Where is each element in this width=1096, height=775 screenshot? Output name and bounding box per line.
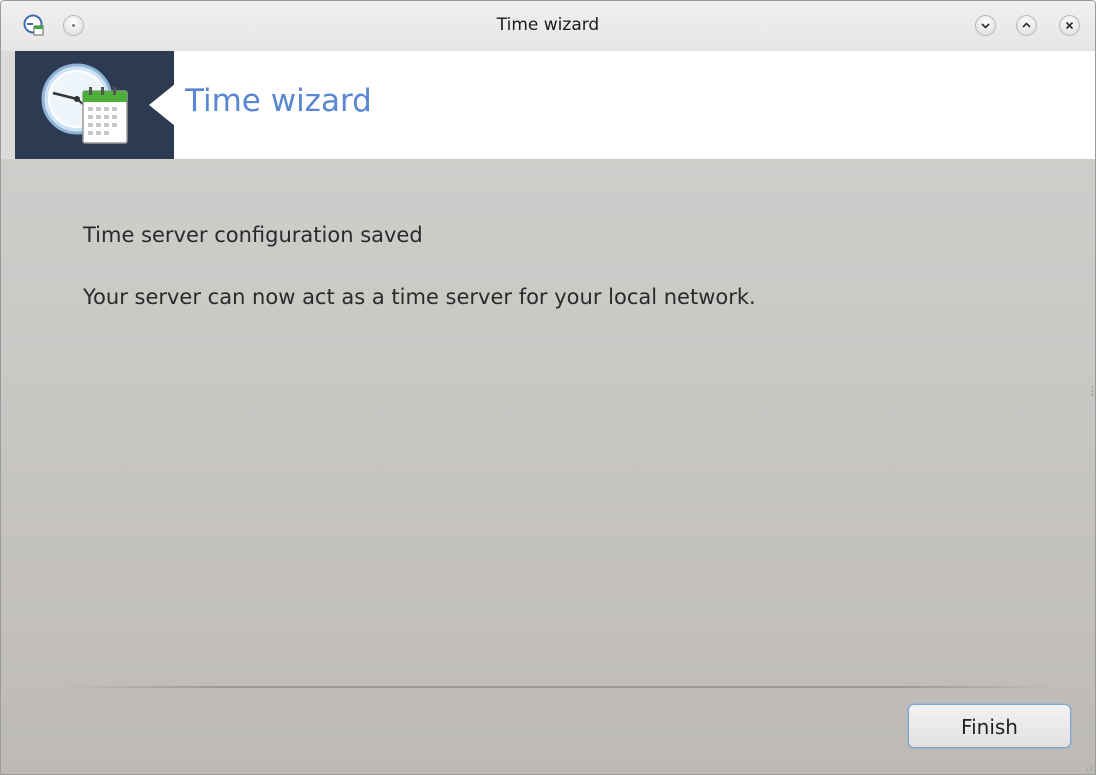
maximize-button[interactable] <box>1016 15 1037 36</box>
left-frame-strip <box>1 51 15 159</box>
maximize-icon <box>1022 22 1031 28</box>
resize-grip-icon[interactable] <box>1086 765 1092 771</box>
finish-button[interactable]: Finish <box>908 704 1071 748</box>
close-icon <box>1065 21 1074 30</box>
close-button[interactable] <box>1059 15 1080 36</box>
title-bar[interactable]: Time wizard <box>1 1 1095 52</box>
minimize-icon <box>981 23 990 29</box>
minimize-button[interactable] <box>975 15 996 36</box>
window-title: Time wizard <box>496 15 600 35</box>
banner-notch <box>149 84 175 126</box>
page-title: Time wizard <box>185 83 372 119</box>
status-message: Your server can now act as a time server… <box>83 285 756 309</box>
side-grip <box>1091 381 1094 401</box>
wizard-window: Time wizard Time wizard Time server conf… <box>0 0 1096 775</box>
header-banner: Time wizard <box>15 51 1095 159</box>
status-heading: Time server configuration saved <box>83 223 423 247</box>
footer-separator <box>63 686 1057 688</box>
clock-calendar-icon <box>41 63 128 144</box>
